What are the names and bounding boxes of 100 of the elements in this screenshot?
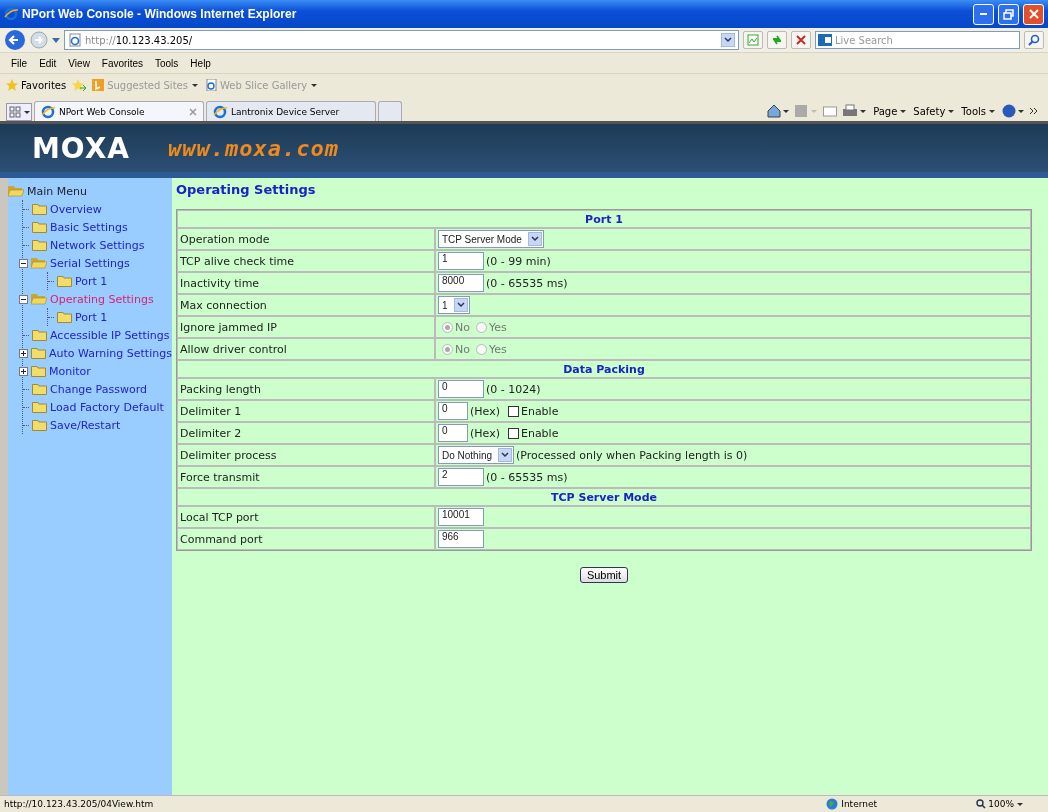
- dropdown[interactable]: Do Nothing: [438, 446, 515, 464]
- hint-text: (0 - 65535 ms): [486, 276, 568, 290]
- menu-link[interactable]: Port 1: [75, 274, 108, 288]
- menu-link[interactable]: Accessible IP Settings: [50, 328, 170, 342]
- menu-link[interactable]: Change Password: [50, 382, 147, 396]
- input-field[interactable]: 2: [438, 468, 484, 486]
- search-button[interactable]: [1024, 31, 1044, 49]
- chevron-icon[interactable]: [1030, 107, 1038, 115]
- folder-icon: [32, 419, 47, 431]
- input-field[interactable]: 0: [438, 402, 468, 420]
- menu-link[interactable]: Monitor: [49, 364, 91, 378]
- menu-link[interactable]: Overview: [50, 202, 102, 216]
- dropdown[interactable]: TCP Server Mode: [438, 230, 544, 248]
- address-field[interactable]: http://10.123.43.205/: [64, 30, 739, 50]
- site-url: www.moxa.com: [167, 135, 339, 161]
- menu-link[interactable]: Auto Warning Settings: [49, 346, 172, 360]
- menu-link[interactable]: Main Menu: [27, 184, 87, 198]
- stop-button[interactable]: [791, 31, 811, 49]
- browser-tab[interactable]: Lantronix Device Server: [206, 101, 376, 121]
- command-menu[interactable]: Page: [873, 105, 908, 117]
- quick-tabs-icon[interactable]: [6, 103, 32, 121]
- input-field[interactable]: 1: [438, 252, 484, 270]
- field-label: Inactivity time: [177, 272, 435, 294]
- checkbox[interactable]: [507, 427, 519, 439]
- restore-button[interactable]: [998, 3, 1019, 25]
- folder-icon: [32, 329, 47, 341]
- expand-icon[interactable]: [19, 348, 28, 358]
- input-field[interactable]: 10001: [438, 508, 484, 526]
- caret-icon: [530, 236, 539, 242]
- expand-icon[interactable]: [19, 366, 28, 376]
- submit-button[interactable]: Submit: [579, 567, 629, 583]
- refresh-icon: [771, 34, 783, 46]
- menu-item[interactable]: Tools: [150, 57, 184, 69]
- caret-icon: [724, 37, 732, 43]
- checkbox-label: Enable: [520, 426, 559, 440]
- add-favorite-icon[interactable]: [72, 79, 87, 91]
- folder-icon: [32, 383, 47, 395]
- zoom-control[interactable]: 100%: [976, 799, 1024, 809]
- menu-link[interactable]: Load Factory Default: [50, 400, 164, 414]
- folder-icon: [31, 347, 46, 359]
- caret-icon: [899, 108, 908, 114]
- input-field[interactable]: 0: [438, 424, 468, 442]
- command-menu[interactable]: Safety: [913, 105, 956, 117]
- minimize-icon: [980, 13, 987, 15]
- caret-icon: [947, 108, 956, 114]
- hint-text: (0 - 65535 ms): [486, 470, 568, 484]
- address-text: http://10.123.43.205/: [85, 34, 193, 46]
- zoom-icon: [976, 799, 987, 809]
- open-folder-icon: [31, 293, 47, 305]
- browser-tab[interactable]: NPort Web Console: [34, 101, 204, 121]
- menu-link[interactable]: Port 1: [75, 310, 108, 324]
- collapse-icon[interactable]: [19, 258, 28, 268]
- menu-link[interactable]: Serial Settings: [50, 256, 130, 270]
- caret-icon: [190, 82, 199, 88]
- command-menu[interactable]: Tools: [961, 105, 996, 117]
- caret-icon: [501, 452, 510, 458]
- open-folder-icon: [31, 257, 47, 269]
- logo: MOXA: [32, 131, 130, 165]
- folder-icon: [57, 275, 72, 287]
- menu-item[interactable]: Edit: [34, 57, 62, 69]
- caret-icon: [456, 302, 465, 308]
- menu-item[interactable]: File: [6, 57, 33, 69]
- field-label: TCP alive check time: [177, 250, 435, 272]
- browser-icon: [213, 104, 227, 119]
- field-label: Delimiter 1: [177, 400, 435, 422]
- browser-icon: [4, 7, 18, 21]
- favorites-button[interactable]: Favorites: [6, 79, 67, 91]
- menu-item[interactable]: View: [63, 57, 95, 69]
- input-field[interactable]: 8000: [438, 274, 484, 292]
- field-label: Packing length: [177, 378, 435, 400]
- menu-link[interactable]: Save/Restart: [50, 418, 121, 432]
- folder-icon: [32, 239, 47, 251]
- menu-link[interactable]: Network Settings: [50, 238, 145, 252]
- field-label: Command port: [177, 528, 435, 550]
- folder-icon: [32, 221, 47, 233]
- search-icon: [1028, 34, 1040, 46]
- field-label: Local TCP port: [177, 506, 435, 528]
- input-field[interactable]: 0: [438, 380, 484, 398]
- close-icon: [1028, 9, 1039, 19]
- hint-text: (Processed only when Packing length is 0): [516, 448, 748, 462]
- menu-item[interactable]: Help: [185, 57, 216, 69]
- field-label: Delimiter process: [177, 444, 435, 466]
- dropdown-button[interactable]: [721, 33, 735, 47]
- back-icon[interactable]: [4, 29, 26, 51]
- close-button[interactable]: [1023, 3, 1044, 25]
- menu-item[interactable]: Favorites: [96, 57, 148, 69]
- checkbox[interactable]: [507, 405, 519, 417]
- caret-icon: [1016, 801, 1024, 807]
- hint-text: (Hex): [470, 426, 500, 440]
- home-icon[interactable]: [767, 104, 790, 118]
- caret-icon[interactable]: [52, 36, 60, 44]
- close-icon[interactable]: [189, 107, 197, 116]
- printer-icon[interactable]: [843, 104, 868, 118]
- dropdown[interactable]: 1: [438, 296, 470, 314]
- collapse-icon[interactable]: [19, 294, 28, 304]
- minimize-button[interactable]: [973, 3, 994, 25]
- zone-label: Internet: [841, 799, 877, 809]
- refresh-button[interactable]: [767, 31, 787, 49]
- menu-link[interactable]: Basic Settings: [50, 220, 128, 234]
- input-field[interactable]: 966: [438, 530, 484, 548]
